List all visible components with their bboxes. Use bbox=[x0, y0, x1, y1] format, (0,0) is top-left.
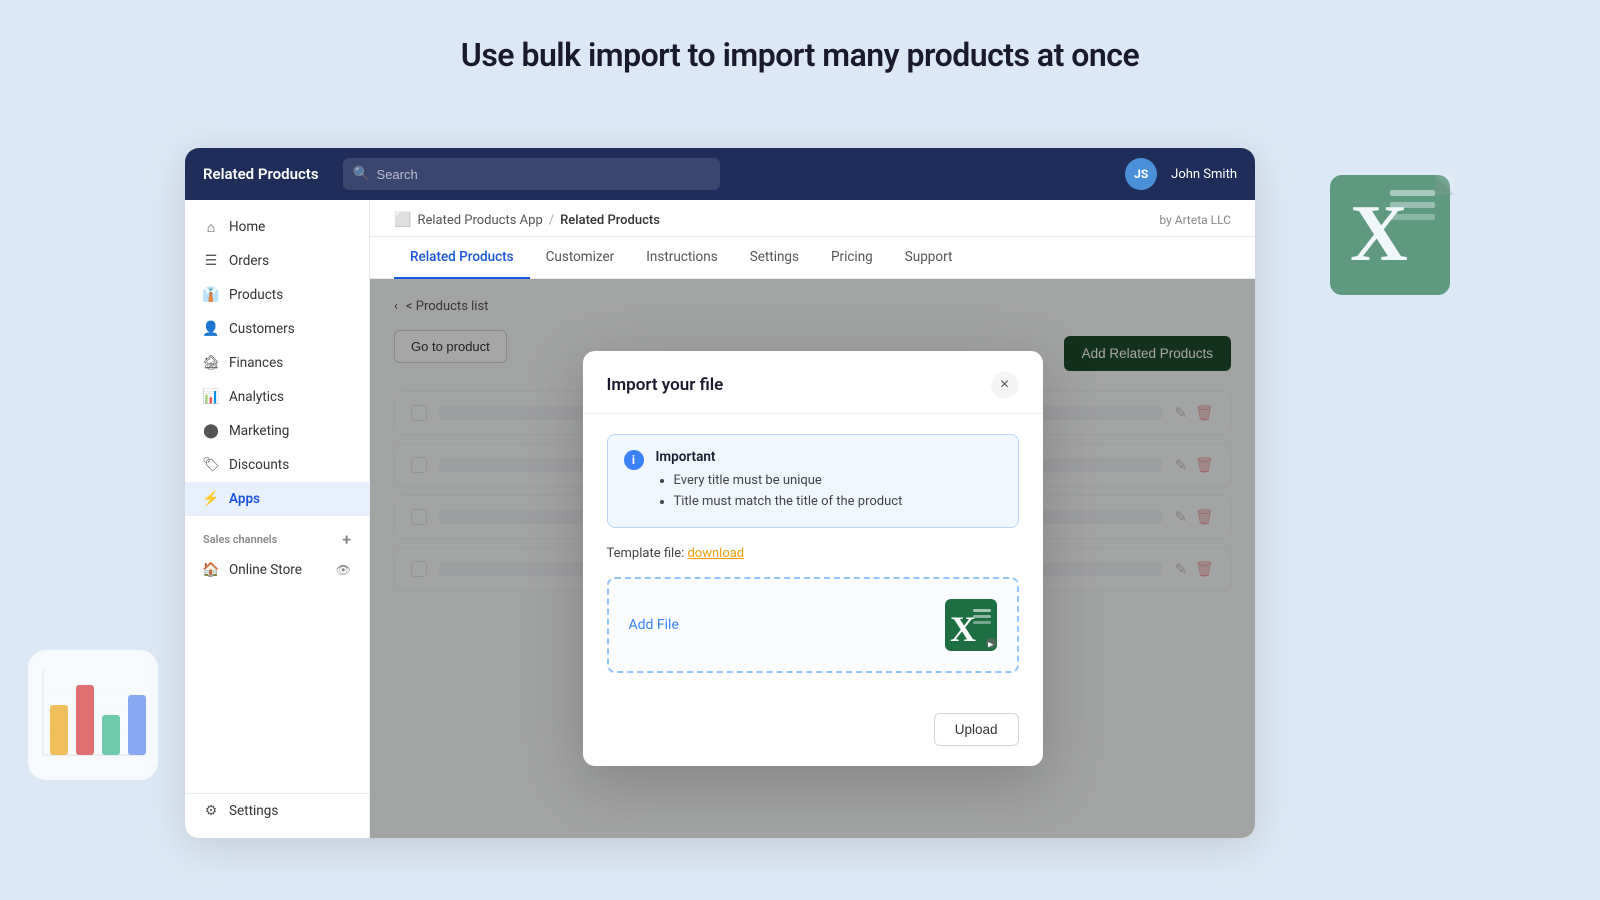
alert-list: Every title must be unique Title must ma… bbox=[656, 471, 903, 513]
import-modal: Import your file × i Important bbox=[583, 351, 1043, 766]
breadcrumb-credit: by Arteta LLC bbox=[1159, 213, 1231, 227]
sidebar-item-online-store[interactable]: 🏠 Online Store 👁 bbox=[185, 553, 369, 587]
breadcrumb-separator: / bbox=[549, 213, 554, 228]
analytics-icon: 📊 bbox=[203, 389, 219, 405]
tab-related-products[interactable]: Related Products bbox=[394, 237, 530, 279]
tab-instructions[interactable]: Instructions bbox=[630, 237, 733, 279]
app-body: ⌂ Home ☰ Orders 👔 Products 👤 Customers 🏚… bbox=[185, 200, 1255, 838]
tab-support[interactable]: Support bbox=[889, 237, 969, 279]
tab-pricing[interactable]: Pricing bbox=[815, 237, 889, 279]
sidebar-item-orders[interactable]: ☰ Orders bbox=[185, 244, 369, 278]
tabs: Related Products Customizer Instructions… bbox=[370, 237, 1255, 279]
avatar: JS bbox=[1125, 158, 1157, 190]
sidebar-item-finances[interactable]: 🏚 Finances bbox=[185, 346, 369, 380]
navbar-brand: Related Products bbox=[203, 165, 319, 183]
main-content: ⬜ Related Products App / Related Product… bbox=[370, 200, 1255, 838]
orders-icon: ☰ bbox=[203, 253, 219, 269]
template-download-link[interactable]: download bbox=[687, 546, 744, 561]
sidebar-section-sales-channels: Sales channels + bbox=[185, 516, 369, 553]
apps-icon: ⚡ bbox=[203, 491, 219, 507]
page-title-text: Use bulk import to import many products … bbox=[461, 36, 1139, 74]
drop-zone[interactable]: Add File X bbox=[607, 577, 1019, 673]
breadcrumb-current: Related Products bbox=[560, 213, 660, 228]
template-line: Template file: download bbox=[607, 546, 1019, 561]
alert-list-item-1: Every title must be unique bbox=[674, 471, 903, 492]
navbar-username: John Smith bbox=[1171, 167, 1237, 182]
modal-footer: Upload bbox=[583, 713, 1043, 766]
alert-list-item-2: Title must match the title of the produc… bbox=[674, 492, 903, 513]
sidebar-item-marketing[interactable]: ⬤ Marketing bbox=[185, 414, 369, 448]
settings-icon: ⚙ bbox=[203, 803, 219, 819]
app-window: Related Products 🔍 JS John Smith ⌂ Home … bbox=[185, 148, 1255, 838]
svg-text:▶: ▶ bbox=[988, 640, 994, 648]
deco-chart-icon bbox=[28, 650, 158, 780]
online-store-eye-icon: 👁 bbox=[336, 563, 351, 577]
breadcrumb-bar: ⬜ Related Products App / Related Product… bbox=[370, 200, 1255, 237]
breadcrumb: ⬜ Related Products App / Related Product… bbox=[394, 212, 660, 228]
deco-excel-icon: X bbox=[1310, 155, 1470, 315]
products-icon: 👔 bbox=[203, 287, 219, 303]
sidebar: ⌂ Home ☰ Orders 👔 Products 👤 Customers 🏚… bbox=[185, 200, 370, 838]
sidebar-item-apps[interactable]: ⚡ Apps bbox=[185, 482, 369, 516]
modal-header: Import your file × bbox=[583, 351, 1043, 414]
svg-text:X: X bbox=[950, 609, 976, 649]
sidebar-item-home[interactable]: ⌂ Home bbox=[185, 210, 369, 244]
online-store-icon: 🏠 bbox=[203, 562, 219, 578]
alert-title: Important bbox=[656, 449, 903, 465]
navbar: Related Products 🔍 JS John Smith bbox=[185, 148, 1255, 200]
inner-content: ‹ < Products list Go to product Add Rela… bbox=[370, 279, 1255, 838]
modal-title: Import your file bbox=[607, 375, 724, 395]
sidebar-item-discounts[interactable]: 🏷 Discounts bbox=[185, 448, 369, 482]
breadcrumb-app-name: Related Products App bbox=[417, 213, 542, 228]
modal-body: i Important Every title must be unique T… bbox=[583, 414, 1043, 713]
sidebar-item-analytics[interactable]: 📊 Analytics bbox=[185, 380, 369, 414]
sidebar-item-customers[interactable]: 👤 Customers bbox=[185, 312, 369, 346]
tab-settings[interactable]: Settings bbox=[734, 237, 815, 279]
sales-channels-add-icon[interactable]: + bbox=[342, 530, 351, 549]
sidebar-bottom: ⚙ Settings bbox=[185, 793, 369, 828]
search-input[interactable] bbox=[343, 158, 720, 190]
drop-zone-label: Add File bbox=[629, 617, 679, 633]
info-icon: i bbox=[624, 450, 644, 470]
page-heading: Use bulk import to import many products … bbox=[0, 0, 1600, 74]
home-icon: ⌂ bbox=[203, 219, 219, 235]
sidebar-item-settings[interactable]: ⚙ Settings bbox=[185, 794, 369, 828]
tab-customizer[interactable]: Customizer bbox=[530, 237, 631, 279]
breadcrumb-app-icon: ⬜ bbox=[394, 212, 411, 228]
finances-icon: 🏚 bbox=[203, 355, 219, 371]
discounts-icon: 🏷 bbox=[203, 457, 219, 473]
modal-overlay[interactable]: Import your file × i Important bbox=[370, 279, 1255, 838]
alert-info-box: i Important Every title must be unique T… bbox=[607, 434, 1019, 528]
alert-content: Important Every title must be unique Tit… bbox=[656, 449, 903, 513]
upload-button[interactable]: Upload bbox=[934, 713, 1019, 746]
marketing-icon: ⬤ bbox=[203, 423, 219, 439]
sidebar-item-products[interactable]: 👔 Products bbox=[185, 278, 369, 312]
modal-close-button[interactable]: × bbox=[991, 371, 1019, 399]
search-wrap: 🔍 bbox=[343, 158, 720, 190]
customers-icon: 👤 bbox=[203, 321, 219, 337]
excel-file-icon: X ▶ bbox=[945, 599, 997, 651]
